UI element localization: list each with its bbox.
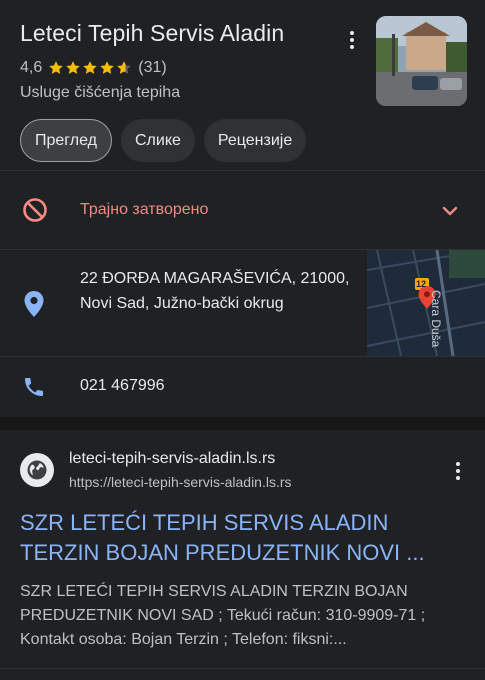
address-row[interactable]: 22 ĐORĐA MAGARAŠEVIĆA, 21000, Novi Sad, … [0, 250, 485, 357]
star-icon [66, 61, 80, 74]
rating-value: 4,6 [20, 59, 43, 76]
place-photo-thumbnail[interactable] [376, 16, 467, 106]
tab-overview[interactable]: Преглед [20, 119, 112, 162]
phone-number: 021 467996 [80, 377, 165, 394]
phone-icon [25, 378, 43, 396]
rating-row[interactable]: 4,6 (31) [20, 59, 167, 77]
status-row[interactable]: Трајно затворено [0, 170, 485, 250]
tab-bar: Преглед Слике Рецензије [20, 119, 307, 162]
location-pin-icon [24, 291, 44, 317]
more-vert-icon[interactable] [340, 28, 364, 52]
web-result-card[interactable]: leteci-tepih-servis-aladin.ls.rs https:/… [0, 430, 485, 680]
result-title-link[interactable]: SZR LETEĆI TEPIH SERVIS ALADIN TERZIN BO… [20, 508, 460, 568]
place-title: Leteci Tepih Servis Aladin [20, 20, 285, 46]
closed-status-label: Трајно затворено [80, 201, 209, 218]
site-name[interactable]: leteci-tepih-servis-aladin.ls.rs [69, 450, 275, 468]
place-header: Leteci Tepih Servis Aladin 4,6 (31) Uslu… [0, 0, 485, 170]
review-count: (31) [138, 59, 167, 76]
globe-icon [20, 453, 54, 487]
divider [0, 668, 485, 669]
result-snippet: SZR LETEĆI TEPIH SERVIS ALADIN TERZIN BO… [20, 583, 426, 648]
more-vert-icon[interactable] [446, 459, 470, 483]
mini-map[interactable]: 12 Cara Duša [367, 250, 485, 356]
star-icon [100, 61, 114, 74]
rating-stars [48, 60, 132, 76]
section-divider [0, 417, 485, 430]
map-street-label: Cara Duša [429, 290, 443, 348]
place-category: Usluge čišćenja tepiha [20, 84, 181, 101]
chevron-down-icon[interactable] [440, 201, 460, 221]
block-icon [23, 198, 47, 222]
star-icon [117, 61, 131, 74]
map-badge: 12 [416, 279, 427, 289]
site-url[interactable]: https://leteci-tepih-servis-aladin.ls.rs [69, 474, 292, 490]
tab-reviews[interactable]: Рецензије [203, 119, 307, 162]
star-icon [49, 61, 63, 74]
tab-photos[interactable]: Слике [121, 119, 195, 162]
phone-row[interactable]: 021 467996 [0, 357, 485, 417]
star-icon [83, 61, 97, 74]
address-text: 22 ĐORĐA MAGARAŠEVIĆA, 21000, Novi Sad, … [80, 270, 350, 312]
